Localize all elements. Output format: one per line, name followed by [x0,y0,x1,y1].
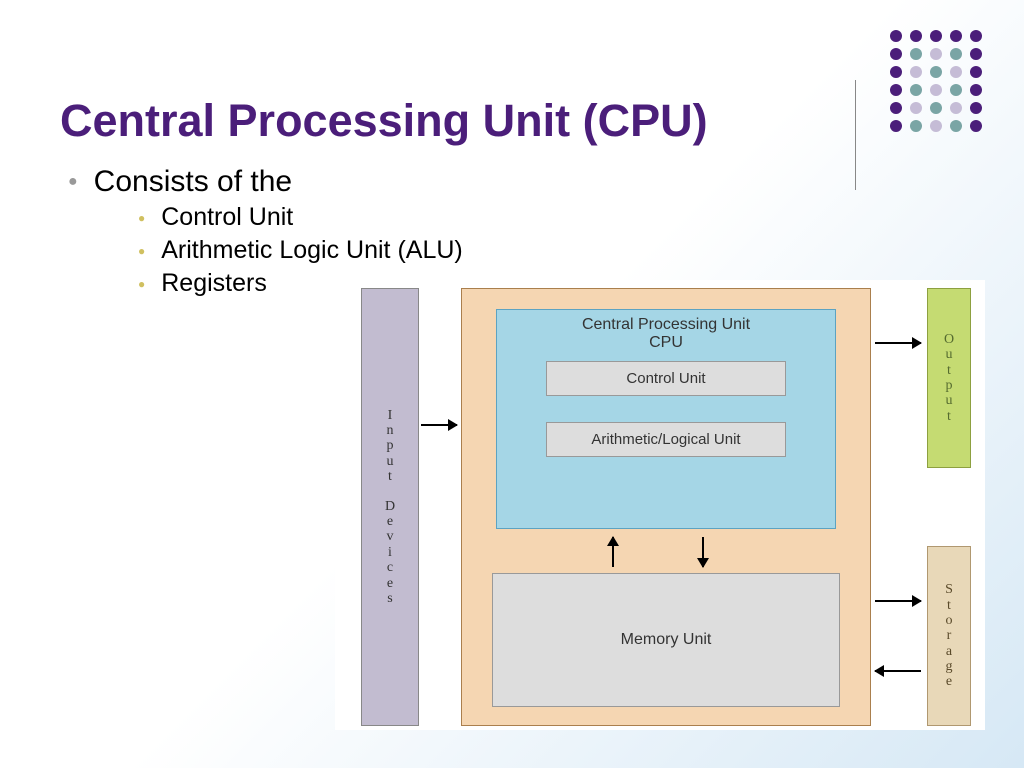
alu-block: Arithmetic/Logical Unit [546,422,786,457]
storage-label: Storage [945,582,953,690]
arrow-input-to-cpu [421,424,457,426]
input-devices-label: Input Devices [385,408,395,607]
output-label: Output [944,332,954,424]
cpu-label: Central Processing Unit CPU [582,316,750,353]
control-unit-block: Control Unit [546,361,786,396]
arrow-cpu-to-output [875,342,921,344]
cpu-diagram: Input Devices Central Processing Unit CP… [335,280,985,730]
slide-title: Central Processing Unit (CPU) [60,95,708,147]
memory-unit-block: Memory Unit [492,573,840,707]
main-unit-block: Central Processing Unit CPU Control Unit… [461,288,871,726]
vertical-divider [855,80,856,190]
decoration-dots [890,30,984,132]
arrow-cpu-to-memory [702,537,704,567]
input-devices-block: Input Devices [361,288,419,726]
arrow-storage-to-main [875,670,921,672]
sub-bullet-2: Arithmetic Logic Unit (ALU) [138,236,463,265]
storage-block: Storage [927,546,971,726]
arrow-main-to-storage [875,600,921,602]
arrow-memory-to-cpu [612,537,614,567]
output-block: Output [927,288,971,468]
cpu-block: Central Processing Unit CPU Control Unit… [496,309,836,529]
bullet-main: Consists of the [68,165,463,199]
sub-bullet-1: Control Unit [138,203,463,232]
